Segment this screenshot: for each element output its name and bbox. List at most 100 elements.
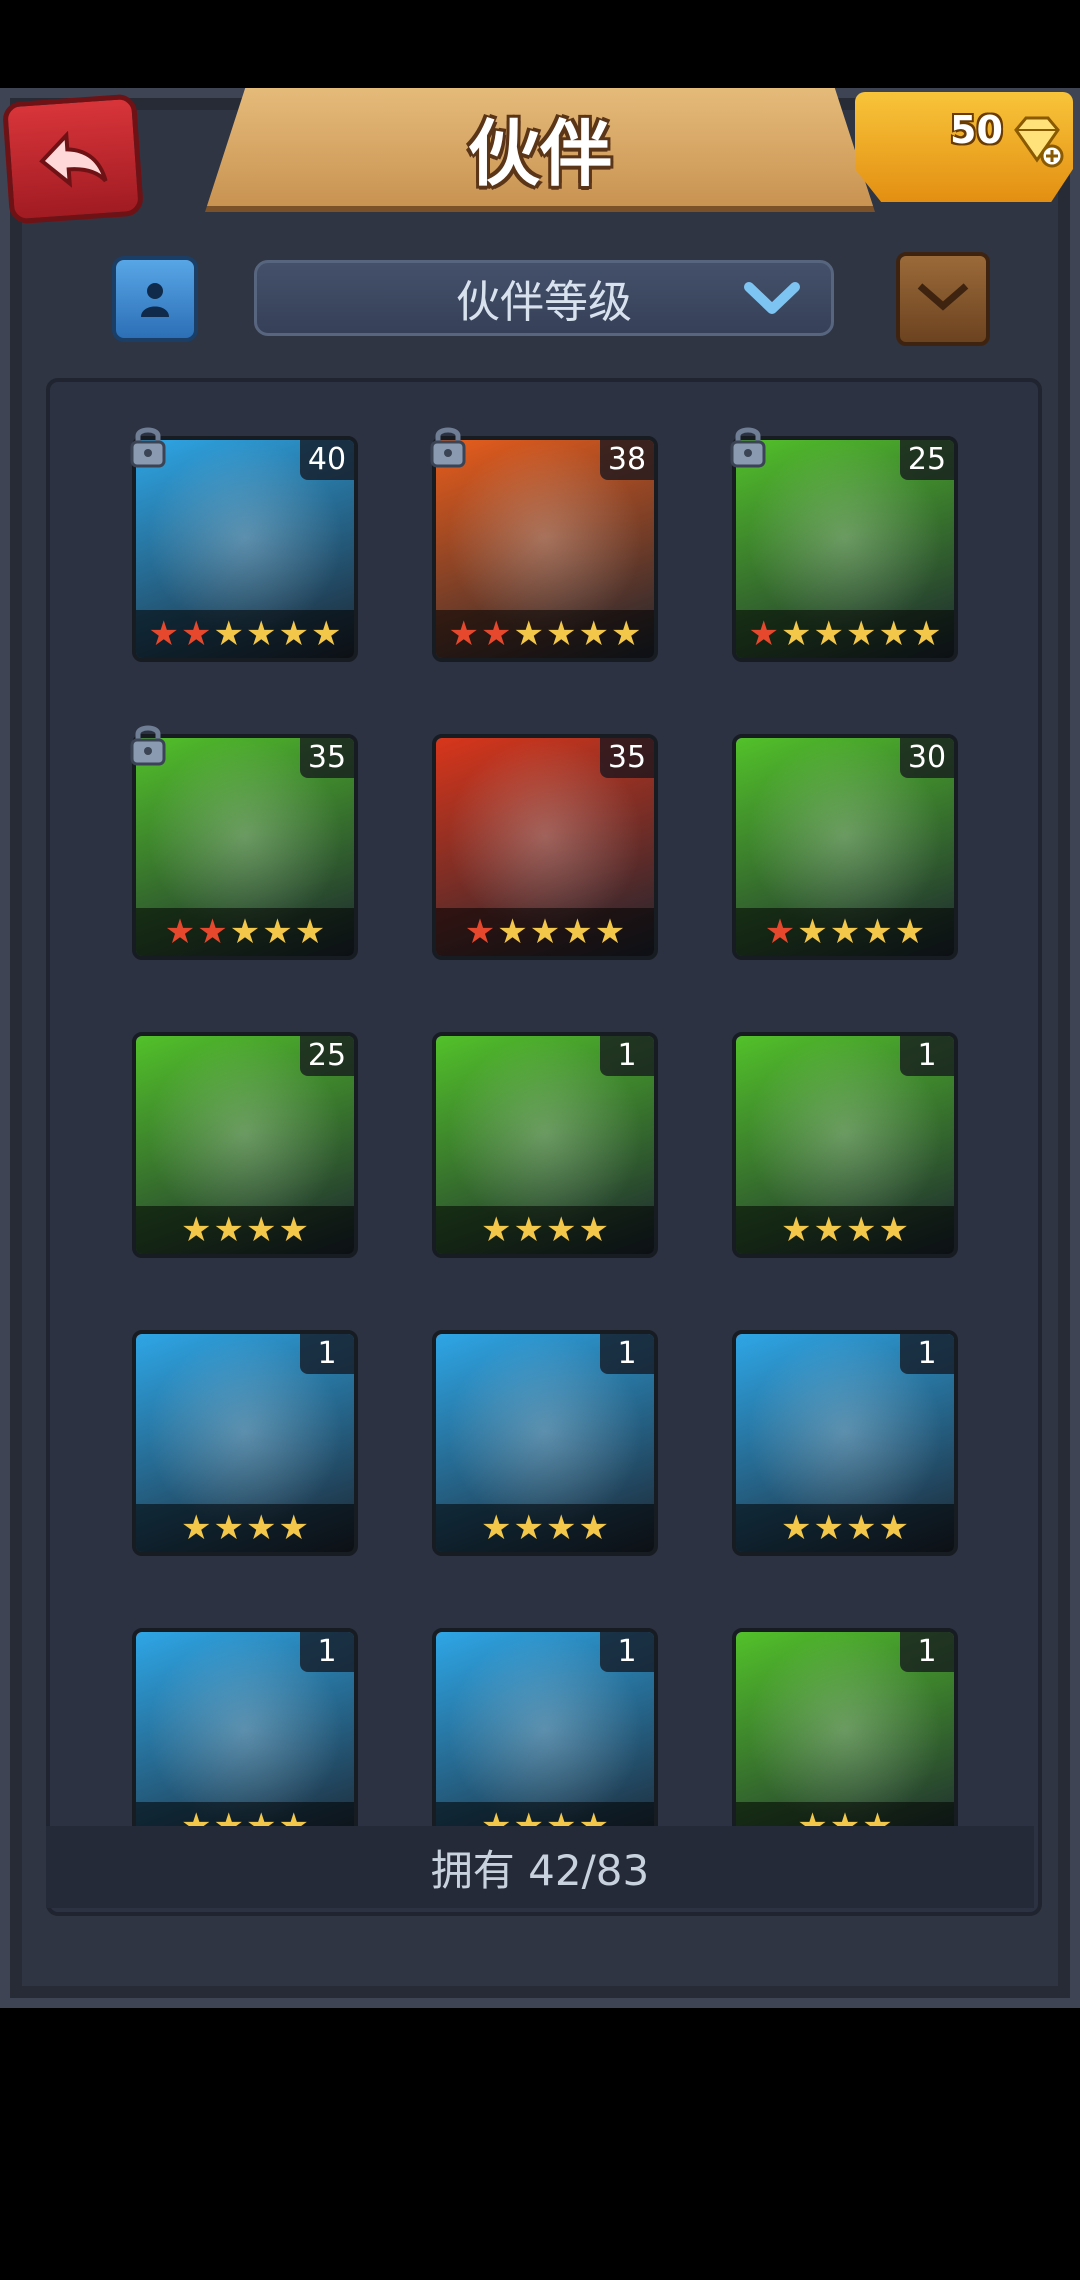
partner-level: 1 xyxy=(600,1632,654,1672)
partner-level: 35 xyxy=(300,738,354,778)
star-gold-icon: ★ xyxy=(578,614,609,654)
star-gold-icon: ★ xyxy=(294,912,326,952)
star-gold-icon: ★ xyxy=(578,1210,609,1250)
partner-level: 30 xyxy=(900,738,954,778)
star-gold-icon: ★ xyxy=(578,1508,609,1548)
star-gold-icon: ★ xyxy=(846,1508,877,1548)
star-red-icon: ★ xyxy=(764,912,796,952)
partner-card[interactable]: 1★★★★ xyxy=(732,1032,958,1258)
star-gold-icon: ★ xyxy=(213,614,244,654)
star-gold-icon: ★ xyxy=(878,614,909,654)
filter-button[interactable] xyxy=(112,256,198,342)
partner-level: 1 xyxy=(300,1632,354,1672)
star-gold-icon: ★ xyxy=(894,912,926,952)
star-red-icon: ★ xyxy=(481,614,512,654)
partner-stars: ★ ★ ★ ★ ★ xyxy=(436,908,654,956)
star-gold-icon: ★ xyxy=(213,1210,244,1250)
filter-icon xyxy=(141,283,169,317)
star-gold-icon: ★ xyxy=(229,912,261,952)
star-gold-icon: ★ xyxy=(610,614,642,654)
star-gold-icon: ★ xyxy=(481,1210,512,1250)
partner-stars: ★★★★ xyxy=(436,1206,654,1254)
partner-level: 1 xyxy=(900,1632,954,1672)
partner-card[interactable]: 1★★★★ xyxy=(732,1330,958,1556)
star-gold-icon: ★ xyxy=(546,1210,577,1250)
owned-count: 拥有 42/83 xyxy=(46,1826,1034,1908)
star-gold-icon: ★ xyxy=(481,1508,512,1548)
star-gold-icon: ★ xyxy=(246,614,277,654)
page-title: 伙伴 xyxy=(467,111,612,196)
star-gold-icon: ★ xyxy=(862,912,893,952)
star-gold-icon: ★ xyxy=(910,614,942,654)
partner-stars: ★ ★ ★ ★ ★ ★ xyxy=(736,610,954,658)
star-gold-icon: ★ xyxy=(546,1508,577,1548)
partner-card[interactable]: 30 ★ ★ ★ ★ ★ xyxy=(732,734,958,960)
star-gold-icon: ★ xyxy=(310,614,342,654)
star-red-icon: ★ xyxy=(464,912,496,952)
star-gold-icon: ★ xyxy=(213,1508,244,1548)
partner-card[interactable]: 35 ★ ★ ★ ★ ★ xyxy=(432,734,658,960)
back-button[interactable] xyxy=(1,93,145,225)
star-gold-icon: ★ xyxy=(829,912,861,952)
map-button[interactable] xyxy=(896,252,990,346)
partner-level: 25 xyxy=(300,1036,354,1076)
partner-list[interactable]: 40 ★ ★ ★ ★ ★ ★ 38 ★ ★ ★ ★ ★ ★ 25 ★ ★ ★ ★ ★ ★ 35 ★ ★ ★ ★ ★ 35 ★ ★ ★ ★ ★ 30… xyxy=(46,378,1042,1916)
star-gold-icon: ★ xyxy=(246,1508,277,1548)
star-gold-icon: ★ xyxy=(797,912,828,952)
sort-dropdown[interactable]: 伙伴等级 xyxy=(254,260,834,336)
partner-stars: ★ ★ ★ ★ ★ xyxy=(136,908,354,956)
lock-icon xyxy=(730,427,766,468)
star-red-icon: ★ xyxy=(748,614,780,654)
star-gold-icon: ★ xyxy=(529,912,561,952)
partner-level: 25 xyxy=(900,440,954,480)
partner-level: 40 xyxy=(300,440,354,480)
partner-stars: ★★★★ xyxy=(136,1206,354,1254)
partner-card[interactable]: 1★★★★ xyxy=(132,1330,358,1556)
partner-card[interactable]: 1★★★★ xyxy=(132,1628,358,1854)
star-gold-icon: ★ xyxy=(513,614,544,654)
star-red-icon: ★ xyxy=(164,912,196,952)
partner-level: 1 xyxy=(900,1334,954,1374)
star-gold-icon: ★ xyxy=(546,614,577,654)
star-gold-icon: ★ xyxy=(781,614,812,654)
lock-icon xyxy=(130,427,166,468)
star-gold-icon: ★ xyxy=(181,1508,212,1548)
partner-card[interactable]: 1★★★★ xyxy=(432,1628,658,1854)
star-gold-icon: ★ xyxy=(781,1508,812,1548)
status-bar xyxy=(0,0,1080,88)
star-gold-icon: ★ xyxy=(497,912,528,952)
star-gold-icon: ★ xyxy=(781,1210,812,1250)
star-red-icon: ★ xyxy=(197,912,228,952)
partner-level: 1 xyxy=(600,1334,654,1374)
partner-card[interactable]: 1★★★ xyxy=(732,1628,958,1854)
partner-level: 38 xyxy=(600,440,654,480)
nav-area xyxy=(0,2008,1080,2280)
partner-level: 1 xyxy=(300,1334,354,1374)
star-gold-icon: ★ xyxy=(513,1508,544,1548)
star-red-icon: ★ xyxy=(181,614,212,654)
star-gold-icon: ★ xyxy=(278,1210,309,1250)
partner-card[interactable]: 1★★★★ xyxy=(432,1032,658,1258)
partner-stars: ★ ★ ★ ★ ★ xyxy=(736,908,954,956)
star-gold-icon: ★ xyxy=(181,1210,212,1250)
map-icon xyxy=(917,283,969,311)
star-gold-icon: ★ xyxy=(813,614,844,654)
partner-card[interactable]: 1★★★★ xyxy=(432,1330,658,1556)
star-gold-icon: ★ xyxy=(813,1508,844,1548)
star-gold-icon: ★ xyxy=(278,1508,309,1548)
partner-level: 35 xyxy=(600,738,654,778)
star-gold-icon: ★ xyxy=(813,1210,844,1250)
partner-stars: ★ ★ ★ ★ ★ ★ xyxy=(136,610,354,658)
star-gold-icon: ★ xyxy=(594,912,626,952)
partner-card[interactable]: 25 ★ ★ ★ ★ xyxy=(132,1032,358,1258)
star-gold-icon: ★ xyxy=(846,1210,877,1250)
partner-level: 1 xyxy=(900,1036,954,1076)
lock-icon xyxy=(130,725,166,766)
star-gold-icon: ★ xyxy=(278,614,309,654)
lock-icon xyxy=(430,427,466,468)
star-gold-icon: ★ xyxy=(878,1210,909,1250)
star-gold-icon: ★ xyxy=(562,912,593,952)
partner-stars: ★★★★ xyxy=(136,1504,354,1552)
star-gold-icon: ★ xyxy=(246,1210,277,1250)
gem-add-icon[interactable] xyxy=(1008,112,1064,168)
